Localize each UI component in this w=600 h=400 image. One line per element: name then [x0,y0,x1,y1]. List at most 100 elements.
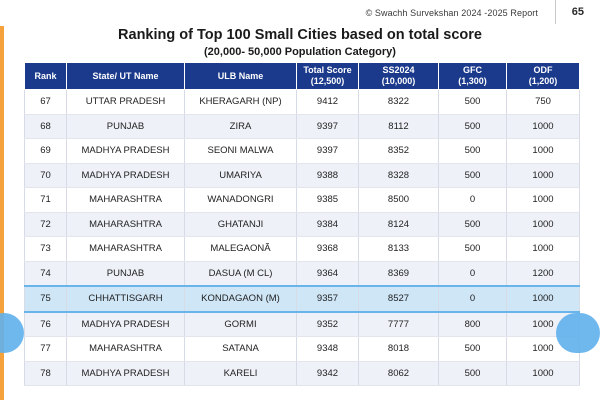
total-score-cell: 9397 [296,114,359,139]
ulb-cell: SEONI MALWA [184,138,297,164]
ss2024-cell: 8500 [358,187,439,213]
total-score-cell: 9352 [296,311,359,337]
table-row: 68 PUNJAB ZIRA 9397 8112 500 1000 [24,114,580,139]
total-score-cell: 9357 [296,285,359,313]
highlight-marker-left [0,313,24,353]
ss2024-cell: 8018 [358,336,439,362]
highlight-marker-right [556,313,600,353]
rank-cell: 74 [24,261,67,287]
state-cell: MADHYA PRADESH [66,361,185,386]
gfc-header: GFC (1,300) [438,62,507,90]
table-row: 77 MAHARASHTRA SATANA 9348 8018 500 1000 [24,336,580,362]
ss2024-cell: 8322 [358,89,439,115]
rank-cell: 70 [24,163,67,188]
rank-cell: 75 [24,285,67,313]
column-header-label: SS2024 [382,65,415,75]
table-row: 70 MADHYA PRADESH UMARIYA 9388 8328 500 1000 [24,163,580,188]
rank-cell: 68 [24,114,67,139]
rank-cell: 69 [24,138,67,164]
gfc-cell: 500 [438,89,507,115]
page-title: Ranking of Top 100 Small Cities based on… [118,27,482,43]
ulb-cell: DASUA (M CL) [184,261,297,287]
column-header-label: ULB Name [217,70,264,81]
table-header-row: Rank State/ UT Name ULB Name Total Score (12… [24,62,580,90]
ulb-cell: GHATANJI [184,212,297,237]
table-row: 76 MADHYA PRADESH GORMI 9352 7777 800 1000 [24,311,580,337]
ulb-cell: SATANA [184,336,297,362]
table-row: 71 MAHARASHTRA WANADONGRI 9385 8500 0 1000 [24,187,580,213]
state-cell: MAHARASHTRA [66,212,185,237]
rank-cell: 71 [24,187,67,213]
ulb-cell: UMARIYA [184,163,297,188]
column-header-max: (10,000) [381,76,416,86]
state-cell: MAHARASHTRA [66,187,185,213]
state-cell: CHHATTISGARH [66,285,185,313]
ulb-cell: WANADONGRI [184,187,297,213]
total-score-cell: 9348 [296,336,359,362]
column-header-max: (1,200) [528,76,558,86]
total-score-cell: 9385 [296,187,359,213]
ss2024-cell: 8352 [358,138,439,164]
column-header-label: ODF [533,65,553,75]
total-score-cell: 9342 [296,361,359,386]
odf-cell: 750 [506,89,580,115]
state-cell: MADHYA PRADESH [66,138,185,164]
ranking-table: Rank State/ UT Name ULB Name Total Score (12… [24,62,580,386]
ulb-cell: ZIRA [184,114,297,139]
state-cell: MAHARASHTRA [66,236,185,262]
table-row: 78 MADHYA PRADESH KARELI 9342 8062 500 1000 [24,361,580,386]
table-body: 67 UTTAR PRADESH KHERAGARH (NP) 9412 8322 500… [24,89,580,386]
total-score-cell: 9397 [296,138,359,164]
rank-cell: 72 [24,212,67,237]
gfc-cell: 0 [438,187,507,213]
ulb-cell: KARELI [184,361,297,386]
odf-cell: 1000 [506,163,580,188]
ss2024-cell: 8124 [358,212,439,237]
rank-cell: 77 [24,336,67,362]
total-score-cell: 9364 [296,261,359,287]
table-row-highlighted: 75 CHHATTISGARH KONDAGAON (M) 9357 8527 0 1000 [24,285,580,313]
state-cell: PUNJAB [66,261,185,287]
odf-cell: 1000 [506,361,580,386]
ulb-header: ULB Name [184,62,297,90]
column-header-label: Rank [34,70,57,81]
ulb-cell: KHERAGARH (NP) [184,89,297,115]
rank-cell: 76 [24,311,67,337]
page-number: 65 [571,6,584,18]
ulb-cell: GORMI [184,311,297,337]
state-cell: MADHYA PRADESH [66,311,185,337]
ss2024-cell: 8328 [358,163,439,188]
gfc-cell: 500 [438,336,507,362]
odf-cell: 1200 [506,261,580,287]
gfc-cell: 500 [438,236,507,262]
rank-cell: 73 [24,236,67,262]
ss2024-cell: 8112 [358,114,439,139]
table-row: 67 UTTAR PRADESH KHERAGARH (NP) 9412 8322 500… [24,89,580,115]
rank-cell: 67 [24,89,67,115]
column-header-label: State/ UT Name [92,70,159,81]
ss2024-cell: 8062 [358,361,439,386]
gfc-cell: 0 [438,261,507,287]
report-label: © Swachh Survekshan 2024 -2025 Report [365,8,538,18]
state-cell: MAHARASHTRA [66,336,185,362]
odf-cell: 1000 [506,212,580,237]
odf-cell: 1000 [506,138,580,164]
total-score-cell: 9412 [296,89,359,115]
state-cell: UTTAR PRADESH [66,89,185,115]
odf-cell: 1000 [506,236,580,262]
state-header: State/ UT Name [66,62,185,90]
column-header-max: (1,300) [458,76,487,86]
page-subtitle: (20,000- 50,000 Population Category) [204,46,396,58]
gfc-cell: 500 [438,163,507,188]
gfc-cell: 500 [438,138,507,164]
ss2024-cell: 8369 [358,261,439,287]
table-row: 74 PUNJAB DASUA (M CL) 9364 8369 0 1200 [24,261,580,287]
gfc-cell: 500 [438,361,507,386]
gfc-cell: 500 [438,114,507,139]
state-cell: PUNJAB [66,114,185,139]
column-header-label: Total Score [303,65,352,75]
table-row: 73 MAHARASHTRA MALEGAONÃ 9368 8133 500 1000 [24,236,580,262]
ss2024-header: SS2024 (10,000) [358,62,439,90]
odf-cell: 1000 [506,285,580,313]
column-header-label: GFC [463,65,482,75]
